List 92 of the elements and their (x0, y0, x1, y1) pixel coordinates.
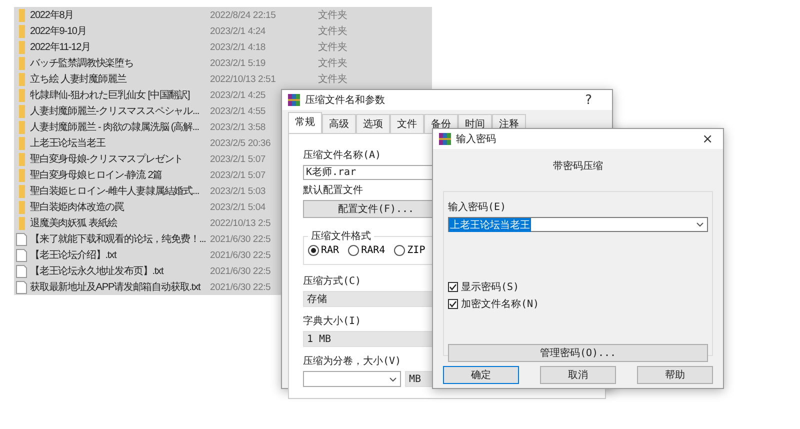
folder-icon (18, 8, 24, 22)
tab[interactable]: 文件 (390, 114, 424, 133)
modified-date: 2023/2/1 4:24 (210, 26, 266, 36)
modified-date: 2022/10/13 2:51 (210, 74, 276, 84)
password-field[interactable]: 上老王论坛当老王 (448, 217, 708, 232)
modified-date: 2021/6/30 22:5 (210, 234, 271, 244)
folder-icon (18, 136, 24, 150)
modified-date: 2022/10/13 2:5 (210, 218, 271, 228)
file-type: 文件夹 (318, 8, 348, 22)
modified-date: 2022/8/24 22:15 (210, 10, 276, 20)
group-title: 压缩文件格式 (310, 230, 372, 243)
dialog-heading: 带密码压缩 (552, 160, 604, 173)
volume-size-field[interactable] (303, 371, 401, 387)
books-icon (439, 133, 451, 145)
modified-date: 2023/2/1 4:18 (210, 42, 266, 52)
file-name[interactable]: 立ち絵 人妻封魔師麗兰 (30, 72, 210, 86)
file-type: 文件夹 (318, 56, 348, 70)
file-name[interactable]: 获取最新地址及APP请发邮箱自动获取.txt (30, 280, 210, 294)
dialog-button[interactable]: 确定 (443, 366, 519, 384)
file-name[interactable]: バッチ監禁調教快楽堕ち (30, 56, 210, 70)
folder-icon (18, 184, 24, 198)
document-icon (16, 280, 27, 294)
file-name[interactable]: 【老王论坛永久地址发布页】.txt (30, 264, 210, 278)
folder-icon (18, 72, 24, 86)
modified-date: 2023/2/1 5:04 (210, 202, 266, 212)
file-type: 文件夹 (318, 24, 348, 38)
file-name[interactable]: 聖白装姫肉体改造の罠 (30, 200, 210, 214)
tab[interactable]: 高级 (322, 114, 356, 133)
modified-date: 2023/2/1 4:55 (210, 106, 266, 116)
document-icon (16, 232, 27, 246)
modified-date: 2023/2/1 5:03 (210, 186, 266, 196)
file-name[interactable]: 聖白装姫ヒロイン-雌牛人妻隷属結婚式... (30, 184, 210, 198)
modified-date: 2023/2/1 3:58 (210, 122, 266, 132)
file-name[interactable]: 退魔美肉妖狐 表紙絵 (30, 216, 210, 230)
books-icon (288, 94, 300, 106)
help-button[interactable]: ? (581, 92, 596, 108)
file-type: 文件夹 (318, 72, 348, 86)
caret-icon (696, 222, 704, 227)
caret-icon (389, 376, 397, 382)
folder-icon (18, 104, 24, 118)
modified-date: 2023/2/1 5:19 (210, 58, 266, 68)
dialog-button[interactable]: 帮助 (637, 366, 713, 384)
check-icon (449, 300, 457, 308)
folder-icon (18, 168, 24, 182)
folder-icon (18, 216, 24, 230)
folder-icon (18, 88, 24, 102)
modified-date: 2021/6/30 22:5 (210, 282, 271, 292)
manage-passwords-button[interactable]: 管理密码(O)... (448, 344, 708, 362)
file-name[interactable]: 聖白変身母娘ヒロイン-静流 2篇 (30, 168, 210, 182)
file-name[interactable]: 2022年11-12月 (30, 40, 210, 54)
document-icon (16, 264, 27, 278)
tab[interactable]: 选项 (356, 114, 390, 133)
file-name[interactable]: 【来了就能下载和观看的论坛，纯免费！... (30, 232, 210, 246)
file-name[interactable]: 【老王论坛介绍】.txt (30, 248, 210, 262)
folder-icon (18, 40, 24, 54)
modified-date: 2021/6/30 22:5 (210, 250, 271, 260)
field-label: 压缩为分卷，大小(V) (303, 354, 402, 368)
file-name[interactable]: 2022年8月 (30, 8, 210, 22)
check-icon (449, 283, 457, 291)
checkbox[interactable]: 加密文件名称(N) (448, 297, 708, 311)
document-icon (16, 248, 27, 262)
tab[interactable]: 常规 (288, 112, 322, 133)
modified-date: 2023/2/1 5:07 (210, 154, 266, 164)
modified-date: 2023/2/1 4:25 (210, 90, 266, 100)
field-label: 默认配置文件 (303, 184, 363, 197)
radio-button[interactable]: RAR (308, 245, 340, 256)
close-button[interactable]: × (698, 132, 717, 146)
file-name[interactable]: 人妻封魔師麗兰 - 肉欲の隷属洗脳 (高解... (30, 120, 210, 134)
modified-date: 2023/2/1 5:07 (210, 170, 266, 180)
window-title: 压缩文件名和参数 (305, 94, 386, 107)
dialog-button[interactable]: 取消 (540, 366, 616, 384)
radio-button[interactable]: ZIP (394, 245, 426, 256)
field-label: 压缩文件名称(A) (303, 148, 382, 162)
file-type: 文件夹 (318, 40, 348, 54)
file-name[interactable]: 上老王论坛当老王 (30, 136, 210, 150)
radio-button[interactable]: RAR4 (348, 245, 386, 256)
modified-date: 2023/2/5 20:36 (210, 138, 271, 148)
file-name[interactable]: 牝隷肆仙-狙われた巨乳仙女 [中国翻訳] (30, 88, 210, 102)
file-name[interactable]: 聖白変身母娘-クリスマスプレゼント (30, 152, 210, 166)
folder-icon (18, 200, 24, 214)
field-label: 压缩方式(C) (303, 274, 362, 288)
folder-icon (18, 152, 24, 166)
folder-icon (18, 56, 24, 70)
checkbox[interactable]: 显示密码(S) (448, 280, 708, 294)
file-name[interactable]: 2022年9-10月 (30, 24, 210, 38)
folder-icon (18, 24, 24, 38)
field-label: 输入密码(E) (448, 200, 508, 214)
folder-icon (18, 120, 24, 134)
window-title: 输入密码 (456, 132, 497, 146)
modified-date: 2021/6/30 22:5 (210, 266, 271, 276)
field-label: 字典大小(I) (303, 314, 362, 328)
file-name[interactable]: 人妻封魔師麗兰-クリスマススペシャル... (30, 104, 210, 118)
